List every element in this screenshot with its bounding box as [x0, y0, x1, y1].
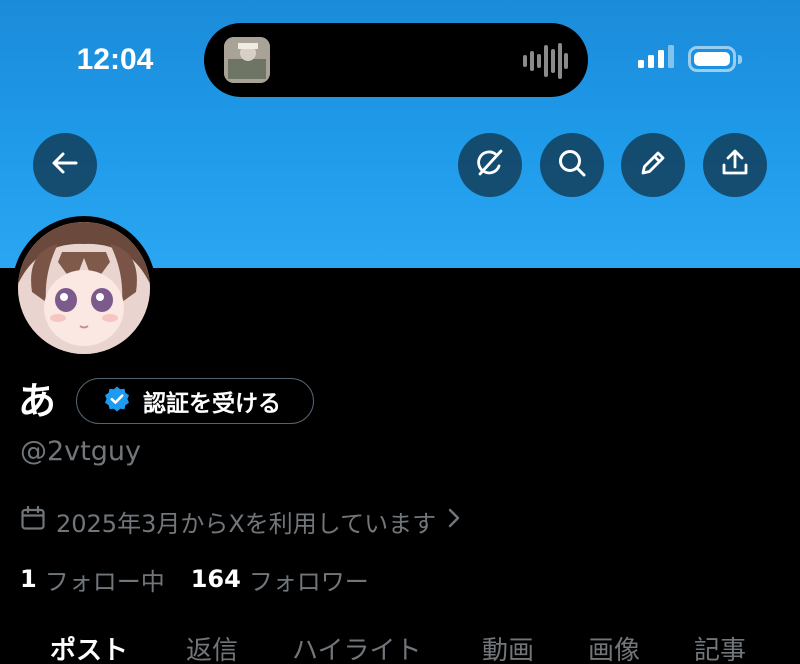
profile-screen: 12:04 あ 認証を受ける @2vtguy 2025年3月からXを利用していま… [0, 0, 800, 664]
verified-badge-icon [103, 385, 131, 417]
search-button[interactable] [540, 133, 604, 197]
edit-profile-button[interactable] [621, 133, 685, 197]
tab-posts[interactable]: ポスト [50, 630, 128, 664]
avatar-image [18, 222, 150, 354]
following-count[interactable]: 1 [20, 565, 37, 593]
get-verified-button[interactable]: 認証を受ける [76, 378, 314, 424]
tab-articles[interactable]: 記事 [694, 630, 746, 664]
avatar[interactable] [12, 216, 156, 360]
back-button[interactable] [33, 133, 97, 197]
user-handle: @2vtguy [20, 436, 141, 467]
grok-button[interactable] [458, 133, 522, 197]
share-upload-icon [719, 147, 751, 183]
audio-waveform-icon [522, 43, 568, 83]
followers-count[interactable]: 164 [191, 565, 241, 593]
battery-icon [688, 46, 742, 72]
share-button[interactable] [703, 133, 767, 197]
tab-highlights[interactable]: ハイライト [292, 630, 421, 664]
tab-images[interactable]: 画像 [588, 630, 640, 664]
cellular-signal-icon [638, 45, 674, 73]
display-name: あ [18, 379, 57, 423]
grok-icon [474, 147, 506, 183]
edit-pencil-icon [637, 147, 669, 183]
back-arrow-icon [50, 148, 80, 182]
followers-label[interactable]: フォロワー [249, 562, 369, 597]
now-playing-thumbnail [224, 37, 270, 83]
joined-date-text: 2025年3月からXを利用しています [56, 509, 437, 538]
search-icon [556, 147, 588, 183]
following-label[interactable]: フォロー中 [45, 562, 165, 597]
tab-replies[interactable]: 返信 [186, 630, 238, 664]
tab-videos[interactable]: 動画 [482, 630, 534, 664]
dynamic-island[interactable] [204, 23, 588, 97]
status-time: 12:04 [76, 43, 154, 76]
get-verified-label: 認証を受ける [143, 391, 281, 417]
calendar-icon [20, 505, 46, 537]
status-icons [638, 45, 742, 73]
chevron-right-icon [446, 506, 462, 536]
joined-date-row[interactable]: 2025年3月からXを利用しています [20, 503, 462, 539]
follow-stats: 1 フォロー中 164 フォロワー [20, 561, 369, 597]
profile-tabs: ポスト 返信 ハイライト 動画 画像 記事 [0, 630, 800, 664]
